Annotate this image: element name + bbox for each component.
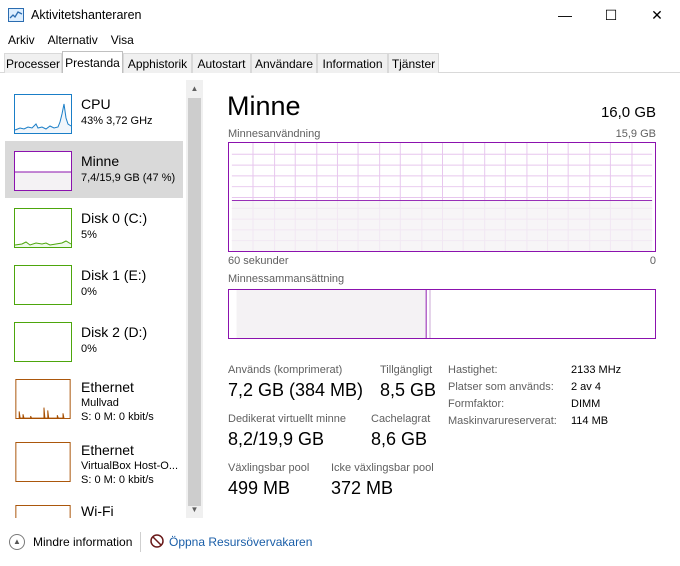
open-resource-monitor-link[interactable]: Öppna Resursövervakaren — [169, 535, 312, 549]
sidebar-item-adapter: VirtualBox Host-O... — [81, 460, 178, 472]
tab-apphistorik[interactable]: Apphistorik — [123, 53, 192, 73]
sidebar-item-cpu[interactable]: CPU 43% 3,72 GHz — [5, 84, 183, 141]
chevron-up-icon[interactable]: ▲ — [9, 534, 25, 550]
sidebar-item-disk1[interactable]: Disk 1 (E:) 0% — [5, 255, 183, 312]
resource-monitor-icon — [150, 534, 164, 548]
footer: ▲ Mindre information Öppna Resursövervak… — [0, 526, 680, 566]
resource-list: CPU 43% 3,72 GHz Minne 7,4/15,9 GB (47 %… — [0, 80, 203, 518]
tab-prestanda[interactable]: Prestanda — [62, 51, 123, 73]
cached-label: Cachelagrat — [371, 413, 431, 425]
sidebar-item-name: CPU — [81, 96, 111, 112]
memory-composition-chart — [228, 289, 656, 339]
committed-label: Dedikerat virtuellt minne — [228, 413, 346, 425]
memory-thumbnail — [14, 151, 72, 191]
available-value: 8,5 GB — [380, 380, 437, 400]
nonpaged-pool-value: 372 MB — [331, 478, 394, 498]
composition-in-use — [236, 290, 426, 338]
disk1-thumbnail — [14, 265, 72, 305]
committed-value: 8,2/19,9 GB — [228, 429, 325, 449]
speed-label: Hastighet: — [448, 364, 498, 376]
form-factor-label: Formfaktor: — [448, 398, 505, 410]
maximize-icon: ☐ — [604, 6, 618, 23]
slots-label: Platser som används: — [448, 381, 554, 393]
paged-pool-label: Växlingsbar pool — [228, 462, 310, 474]
sidebar-item-name: Disk 0 (C:) — [81, 210, 148, 226]
task-manager-icon — [8, 8, 24, 22]
disk2-thumbnail — [14, 322, 72, 362]
tab-anvandare[interactable]: Användare — [251, 53, 317, 73]
sidebar-item-wifi[interactable]: Wi-Fi — [5, 496, 183, 518]
menu-bar: Arkiv Alternativ Visa — [0, 30, 680, 50]
sidebar-item-value: 43% 3,72 GHz — [81, 115, 153, 127]
menu-alternativ[interactable]: Alternativ — [48, 33, 98, 47]
sidebar-item-value: S: 0 M: 0 kbit/s — [81, 474, 154, 486]
scroll-thumb[interactable] — [188, 98, 201, 506]
sidebar-item-value: 0% — [81, 343, 97, 355]
sidebar-item-name: Disk 2 (D:) — [81, 324, 148, 340]
menu-arkiv[interactable]: Arkiv — [8, 33, 35, 47]
composition-chart-label: Minnessammansättning — [228, 273, 345, 285]
cached-value: 8,6 GB — [371, 429, 428, 449]
minimize-icon: — — [558, 7, 572, 23]
disk0-thumbnail — [14, 208, 72, 248]
menu-visa[interactable]: Visa — [111, 33, 134, 47]
hardware-reserved-value: 114 MB — [571, 415, 609, 427]
sidebar-item-name: Minne — [81, 153, 120, 169]
page-title: Minne — [227, 91, 301, 121]
in-use-label: Används (komprimerat) — [228, 364, 343, 376]
sidebar-item-name: Ethernet — [81, 442, 134, 458]
sidebar-item-minne[interactable]: Minne 7,4/15,9 GB (47 %) — [5, 141, 183, 198]
scroll-up-icon[interactable]: ▲ — [186, 80, 203, 97]
sidebar-item-disk2[interactable]: Disk 2 (D:) 0% — [5, 312, 183, 369]
total-memory: 16,0 GB — [600, 104, 656, 121]
in-use-value: 7,2 GB (384 MB) — [228, 380, 364, 400]
sidebar-item-value: 5% — [81, 229, 97, 241]
usage-chart-max: 15,9 GB — [615, 128, 656, 140]
minimize-button[interactable]: — — [542, 0, 588, 30]
sidebar-item-adapter: Mullvad — [81, 397, 119, 409]
form-factor-value: DIMM — [571, 398, 601, 410]
scroll-down-icon[interactable]: ▼ — [186, 501, 203, 518]
speed-value: 2133 MHz — [571, 364, 622, 376]
tab-tjanster[interactable]: Tjänster — [388, 53, 439, 73]
window-title: Aktivitetshanteraren — [31, 8, 142, 22]
sidebar-item-name: Disk 1 (E:) — [81, 267, 147, 283]
tab-processer[interactable]: Processer — [4, 53, 62, 73]
tab-autostart[interactable]: Autostart — [192, 53, 251, 73]
ethernet-thumbnail — [14, 442, 72, 482]
close-button[interactable]: ✕ — [634, 0, 680, 30]
slots-value: 2 av 4 — [571, 381, 601, 393]
tab-strip: Processer Prestanda Apphistorik Autostar… — [0, 51, 680, 73]
maximize-button[interactable]: ☐ — [588, 0, 634, 30]
sidebar-item-value: 7,4/15,9 GB (47 %) — [81, 172, 176, 184]
footer-divider — [140, 532, 141, 552]
paged-pool-value: 499 MB — [228, 478, 291, 498]
fewer-details-button[interactable]: Mindre information — [33, 535, 132, 549]
sidebar-item-value: 0% — [81, 286, 97, 298]
sidebar-item-disk0[interactable]: Disk 0 (C:) 5% — [5, 198, 183, 255]
sidebar-item-value: S: 0 M: 0 kbit/s — [81, 411, 154, 423]
usage-chart-label: Minnesanvändning — [228, 128, 321, 140]
memory-usage-chart — [228, 142, 656, 252]
time-axis-end: 0 — [649, 255, 656, 267]
close-icon: ✕ — [651, 6, 663, 23]
wifi-thumbnail — [14, 505, 72, 518]
available-label: Tillgängligt — [380, 364, 433, 376]
sidebar-item-ethernet-virtualbox[interactable]: Ethernet VirtualBox Host-O... S: 0 M: 0 … — [5, 433, 183, 493]
memory-usage-fill — [231, 200, 653, 251]
sidebar-item-name: Wi-Fi — [81, 503, 114, 518]
time-axis-start: 60 sekunder — [228, 255, 289, 267]
cpu-thumbnail — [14, 94, 72, 134]
nonpaged-pool-label: Icke växlingsbar pool — [331, 462, 434, 474]
sidebar-item-name: Ethernet — [81, 379, 134, 395]
tab-information[interactable]: Information — [317, 53, 388, 73]
sidebar-scrollbar[interactable]: ▲ ▼ — [186, 80, 203, 518]
sidebar-item-ethernet-mullvad[interactable]: Ethernet Mullvad S: 0 M: 0 kbit/s — [5, 370, 183, 430]
ethernet-thumbnail — [14, 379, 72, 419]
hardware-reserved-label: Maskinvarureserverat: — [448, 415, 557, 427]
title-bar: Aktivitetshanteraren — ☐ ✕ — [0, 0, 680, 30]
